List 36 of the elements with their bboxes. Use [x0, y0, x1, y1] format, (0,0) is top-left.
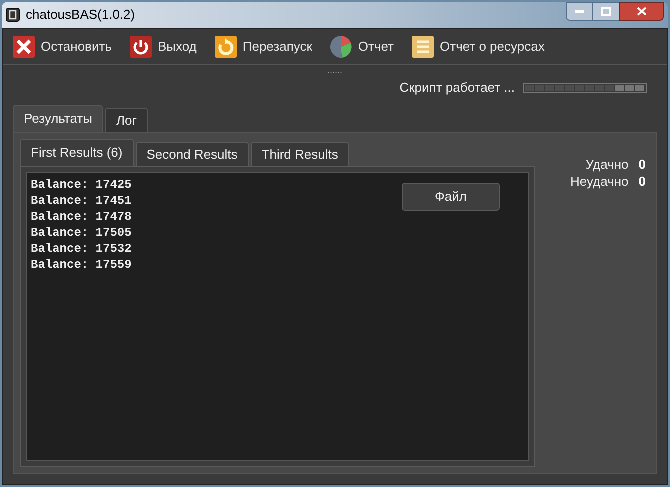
app-icon	[6, 8, 20, 22]
file-button[interactable]: Файл	[402, 183, 500, 211]
toolbar-button[interactable]: Остановить	[13, 36, 112, 58]
result-line: Balance: 17505	[31, 225, 133, 241]
status-text: Скрипт работает ...	[400, 79, 515, 98]
toolbar-button[interactable]: Отчет о ресурсах	[412, 36, 545, 58]
minimize-button[interactable]	[566, 2, 593, 21]
tab[interactable]: Second Results	[136, 142, 249, 166]
tab[interactable]: Third Results	[250, 142, 350, 166]
power-icon	[130, 36, 152, 58]
result-line: Balance: 17451	[31, 193, 133, 209]
stat-value: 0	[638, 157, 646, 173]
refresh-icon	[214, 36, 237, 58]
stat-label: Неудачно	[570, 174, 629, 190]
close-icon	[13, 36, 35, 58]
pie-chart-icon	[330, 36, 352, 58]
close-icon	[636, 7, 646, 16]
stat-value: 0	[638, 174, 646, 190]
toolbar-button[interactable]: Выход	[130, 36, 197, 58]
tab[interactable]: Результаты	[13, 105, 104, 132]
result-line: Balance: 17532	[31, 241, 133, 257]
maximize-button[interactable]	[593, 2, 619, 21]
stat-label: Удачно	[586, 157, 629, 173]
result-line: Balance: 17425	[31, 177, 133, 193]
result-line: Balance: 17478	[31, 209, 133, 225]
tab[interactable]: First Results (6)	[20, 139, 134, 166]
toolbar-button[interactable]: Перезапуск	[214, 36, 312, 58]
splitter-handle[interactable]: ......	[327, 65, 342, 75]
close-button[interactable]	[619, 2, 664, 21]
tab[interactable]: Лог	[105, 108, 148, 132]
maximize-icon	[601, 7, 611, 16]
window-title: chatousBAS(1.0.2)	[26, 6, 136, 24]
result-line: Balance: 17559	[31, 257, 133, 273]
list-icon	[412, 36, 434, 58]
toolbar-button[interactable]: Отчет	[330, 36, 394, 58]
minimize-icon	[575, 10, 584, 13]
